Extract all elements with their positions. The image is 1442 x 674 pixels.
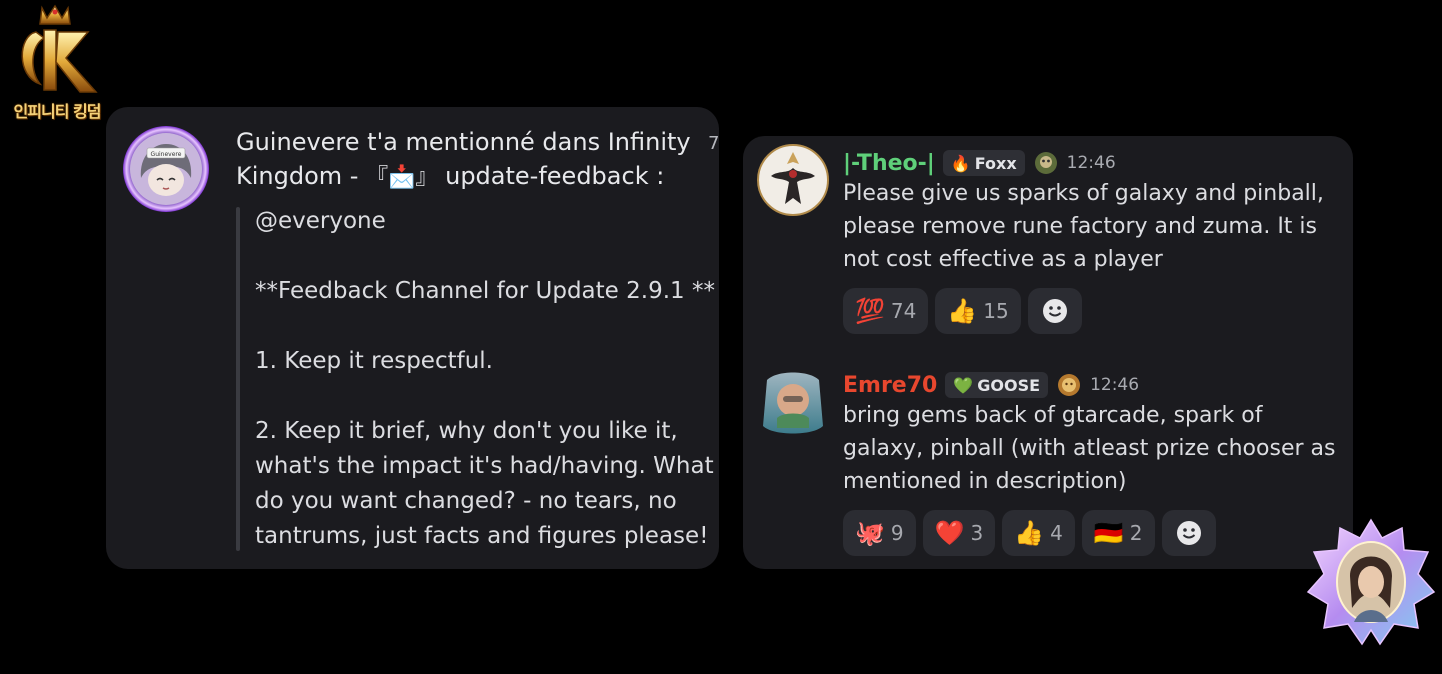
smiley-add-icon [1176, 521, 1201, 545]
mail-emoji-icon: 『📩』 [366, 165, 438, 190]
username[interactable]: Emre70 [843, 373, 937, 398]
avatar-label: Guinevere [151, 151, 182, 158]
guild-tag-label: GOOSE [977, 375, 1041, 395]
message-header: Emre70 💚 GOOSE 12:46 [843, 370, 1139, 400]
reaction-count: 4 [1050, 521, 1063, 545]
lion-badge-icon [1058, 374, 1081, 396]
guild-tag-label: Foxx [974, 153, 1017, 173]
message-time: 12:46 [1090, 375, 1140, 395]
thumbs-up-emoji-icon: 👍 [1014, 519, 1045, 547]
guinevere-avatar[interactable]: Guinevere [123, 126, 209, 212]
add-reaction-button[interactable] [1161, 510, 1216, 556]
username[interactable]: |-Theo-| [843, 151, 935, 176]
reaction-germany-flag[interactable]: 🇩🇪 2 [1081, 510, 1155, 556]
reaction-bar: 🐙 9 ❤️ 3 👍 4 🇩🇪 2 [843, 510, 1216, 556]
guild-tag[interactable]: 💚 GOOSE [945, 372, 1049, 398]
reaction-count: 74 [890, 299, 917, 323]
thumbs-up-emoji-icon: 👍 [947, 297, 978, 325]
reaction-count: 9 [890, 521, 904, 545]
crown-logo-icon [21, 4, 98, 93]
reaction-heart[interactable]: ❤️ 3 [922, 510, 996, 556]
notification-time: 7 [708, 133, 719, 154]
reaction-custom[interactable]: 🐙 9 [843, 510, 916, 556]
notification-title: Guinevere t'a mentionné dans Infinity Ki… [236, 125, 706, 195]
message-time: 12:46 [1066, 153, 1116, 173]
hundred-emoji-icon: 💯 [855, 297, 885, 325]
channel-name: update-feedback : [437, 162, 665, 190]
guild-tag[interactable]: 🔥 Foxx [942, 150, 1025, 176]
reaction-count: 2 [1129, 521, 1143, 545]
add-reaction-button[interactable] [1027, 288, 1082, 334]
character-emblem-icon [1306, 518, 1436, 646]
emre70-avatar[interactable] [757, 366, 829, 438]
theo-avatar[interactable] [757, 144, 829, 216]
reaction-hundred[interactable]: 💯 74 [843, 288, 929, 334]
message-text: bring gems back of gtarcade, spark of ga… [843, 403, 1336, 494]
custom-emoji-icon: 🐙 [855, 519, 885, 547]
mention-notification-card[interactable]: Guinevere Guinevere t'a mentionné dans I… [106, 107, 719, 569]
quote-bar [236, 207, 240, 551]
germany-flag-emoji-icon: 🇩🇪 [1093, 519, 1124, 547]
smiley-add-icon [1042, 299, 1067, 323]
game-logo: 인피니티 킹덤 [0, 2, 114, 122]
message-header: |-Theo-| 🔥 Foxx 12:46 [843, 148, 1116, 178]
reaction-count: 15 [983, 299, 1009, 323]
heart-emoji-icon: ❤️ [934, 519, 965, 547]
chat-messages-card: |-Theo-| 🔥 Foxx 12:46 Please give us spa… [743, 136, 1353, 569]
reaction-thumbs-up[interactable]: 👍 4 [1002, 510, 1075, 556]
reaction-count: 3 [970, 521, 984, 545]
reaction-thumbs-up[interactable]: 👍 15 [935, 288, 1021, 334]
message-text: Please give us sparks of galaxy and pinb… [843, 181, 1324, 272]
reaction-bar: 💯 74 👍 15 [843, 288, 1082, 334]
fire-icon: 🔥 [950, 153, 971, 173]
helmet-badge-icon [1034, 152, 1057, 174]
quoted-message: @everyone **Feedback Channel for Update … [255, 208, 715, 549]
green-heart-icon: 💚 [953, 375, 974, 395]
logo-text: 인피니티 킹덤 [13, 102, 102, 121]
